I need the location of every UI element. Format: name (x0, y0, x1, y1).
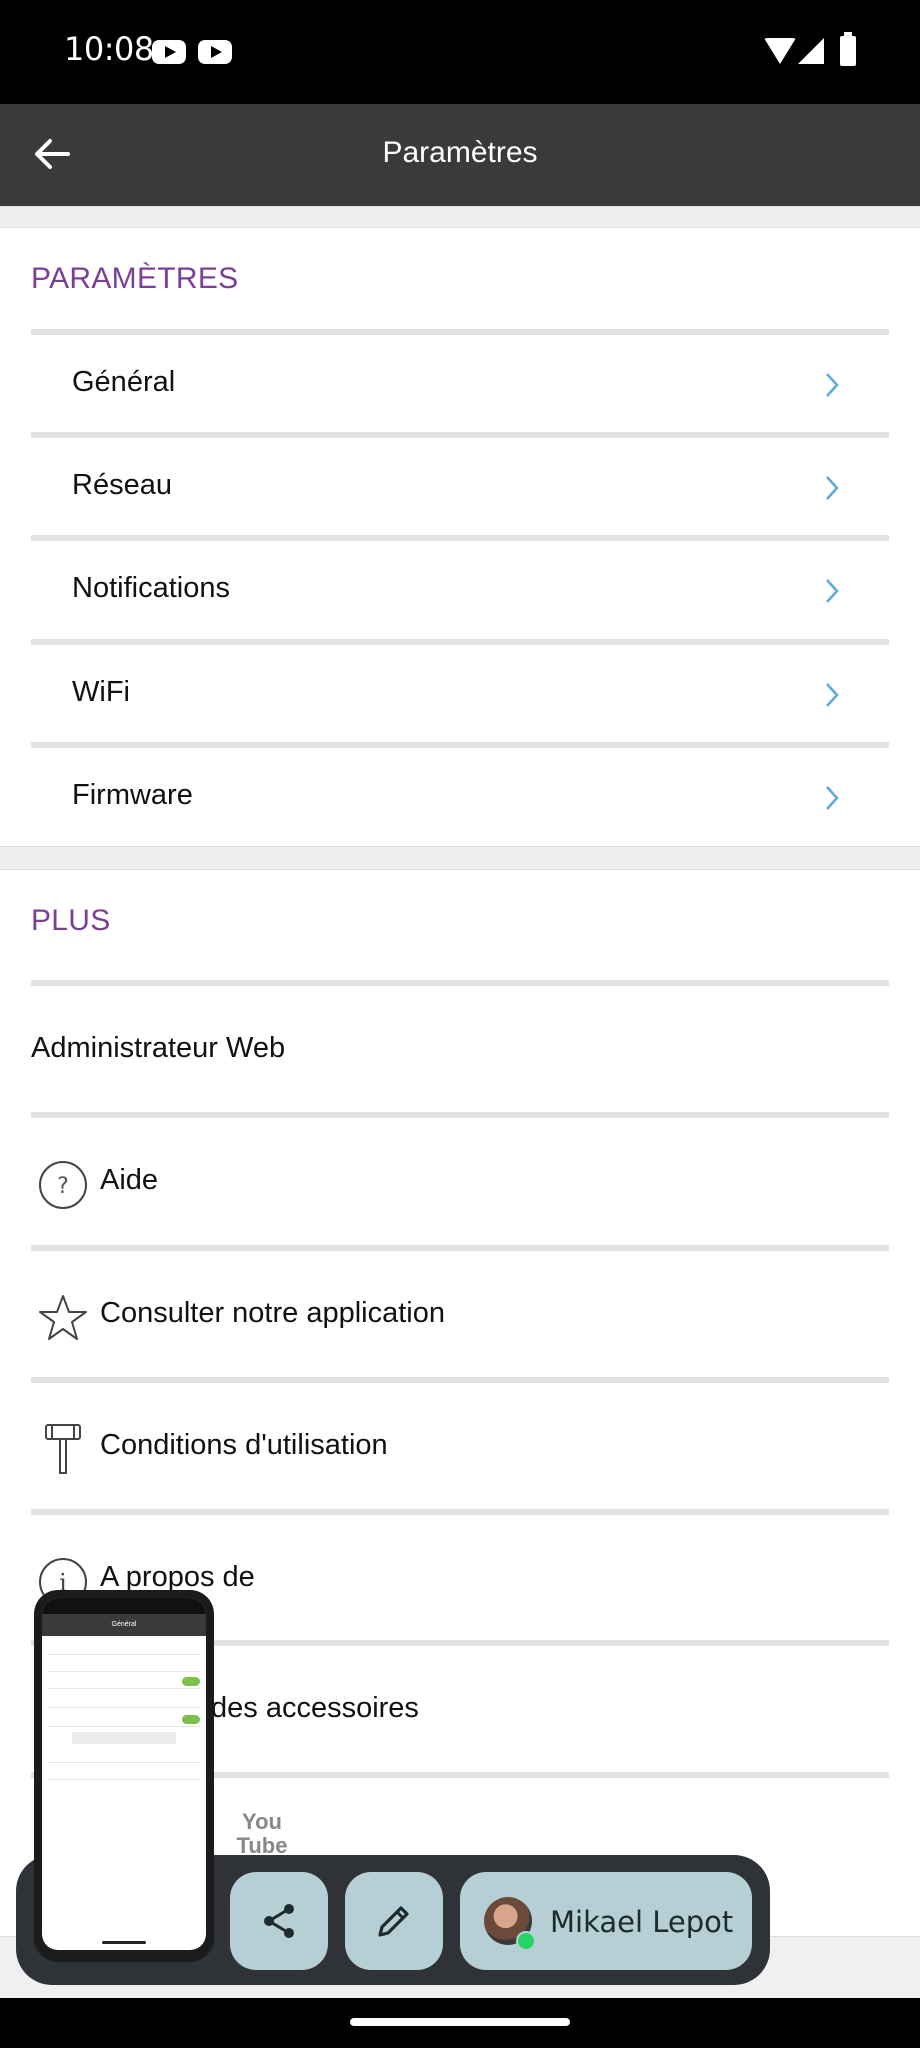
section-separator (0, 206, 920, 228)
battery-icon (840, 32, 856, 66)
section-separator (0, 846, 920, 870)
chevron-right-icon (826, 683, 839, 707)
chevron-right-icon (826, 476, 839, 500)
home-indicator[interactable] (350, 2018, 570, 2026)
thumbnail-row (48, 1749, 200, 1763)
screenshot-thumbnail[interactable]: Général (34, 1590, 214, 1962)
settings-item-notifications[interactable]: Notifications (31, 541, 889, 639)
plus-item-label: Administrateur Web (31, 1032, 286, 1064)
settings-item-label: Réseau (72, 469, 172, 501)
plus-item-aide[interactable]: ? Aide (31, 1118, 889, 1244)
settings-item-label: Général (72, 366, 176, 398)
thumbnail-button (72, 1732, 176, 1744)
contact-name: Mikael Lepot (550, 1905, 734, 1939)
settings-item-wifi[interactable]: WiFi (31, 645, 889, 743)
thumbnail-home-indicator (102, 1941, 146, 1944)
plus-item-label: Consulter notre application (100, 1297, 445, 1329)
wifi-icon (764, 38, 796, 64)
section-header-plus: PLUS (31, 904, 111, 937)
plus-item-admin-web[interactable]: Administrateur Web (31, 986, 889, 1112)
share-button[interactable] (230, 1872, 328, 1970)
thumbnail-row (48, 1713, 200, 1727)
whatsapp-badge-icon (516, 1931, 536, 1951)
chevron-right-icon (826, 373, 839, 397)
thumbnail-row (48, 1641, 200, 1655)
plus-item-label: Aide (100, 1164, 159, 1196)
youtube-notification-icon (198, 40, 232, 64)
signal-icon (798, 38, 824, 64)
plus-item-consulter-application[interactable]: Consulter notre application (31, 1251, 889, 1377)
chevron-right-icon (826, 786, 839, 810)
page-title: Paramètres (382, 136, 538, 169)
thumbnail-screen: Général (42, 1598, 206, 1950)
star-icon (39, 1295, 87, 1340)
plus-item-label: Conditions d'utilisation (100, 1429, 388, 1461)
settings-item-label: WiFi (72, 676, 130, 708)
share-icon (264, 1904, 294, 1938)
edit-button[interactable] (345, 1872, 443, 1970)
thumbnail-row (48, 1766, 200, 1780)
settings-item-firmware[interactable]: Firmware (31, 748, 889, 846)
settings-item-label: Notifications (72, 572, 230, 604)
share-contact-chip[interactable]: Mikael Lepot (460, 1872, 752, 1970)
navigation-bar (0, 1998, 920, 2048)
thumbnail-row (48, 1658, 200, 1672)
section-header-parametres: PARAMÈTRES (31, 262, 239, 295)
thumbnail-toggle (182, 1715, 200, 1724)
app-bar: Paramètres (0, 104, 920, 206)
pencil-icon (378, 1906, 409, 1937)
thumbnail-toggle (182, 1677, 200, 1686)
youtube-notification-icon (152, 40, 186, 64)
svg-text:?: ? (57, 1174, 69, 1199)
help-circle-icon: ? (39, 1161, 87, 1209)
settings-item-reseau[interactable]: Réseau (31, 438, 889, 536)
settings-item-general[interactable]: Général (31, 335, 889, 433)
thumbnail-row (48, 1694, 200, 1708)
status-bar: 10:08 (0, 0, 920, 104)
status-time: 10:08 (64, 30, 154, 68)
thumbnail-title: Général (42, 1614, 206, 1636)
thumbnail-row (48, 1675, 200, 1689)
chevron-right-icon (826, 579, 839, 603)
gavel-icon (45, 1424, 81, 1474)
plus-item-label: des accessoires (211, 1692, 419, 1724)
thumbnail-status (42, 1598, 206, 1614)
plus-item-conditions[interactable]: Conditions d'utilisation (31, 1383, 889, 1509)
settings-item-label: Firmware (72, 779, 193, 811)
